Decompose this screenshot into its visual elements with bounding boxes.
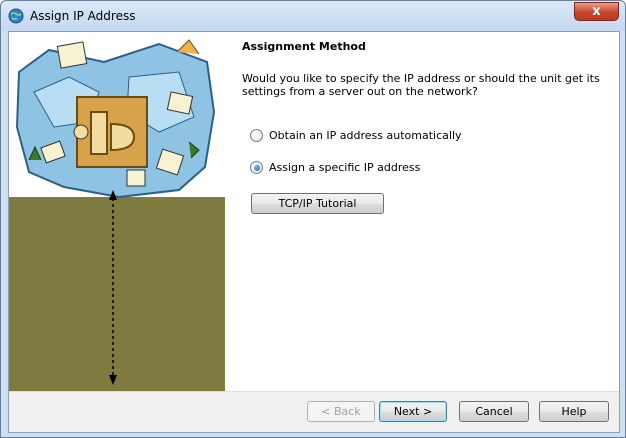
radio-button-selected[interactable] — [250, 161, 263, 174]
tcpip-tutorial-button[interactable]: TCP/IP Tutorial — [251, 193, 384, 214]
wizard-footer: < Back Next > Cancel Help — [9, 391, 619, 432]
help-button[interactable]: Help — [539, 401, 609, 422]
close-button[interactable]: x — [574, 2, 619, 21]
next-button[interactable]: Next > — [379, 401, 447, 422]
question-text: Would you like to specify the IP address… — [242, 72, 600, 98]
title-bar[interactable]: Assign IP Address x — [1, 1, 625, 31]
radio-assign-specific[interactable]: Assign a specific IP address — [250, 161, 420, 174]
window-title: Assign IP Address — [30, 9, 136, 23]
radio-label-assign-specific: Assign a specific IP address — [269, 161, 421, 174]
radio-dot-icon — [253, 164, 260, 171]
wizard-client-area: Assignment Method Would you like to spec… — [8, 31, 620, 433]
section-title: Assignment Method — [242, 40, 366, 53]
wizard-content: Assignment Method Would you like to spec… — [225, 32, 619, 391]
assign-ip-window: Assign IP Address x Assignment Method Wo… — [0, 0, 626, 438]
radio-obtain-automatically[interactable]: Obtain an IP address automatically — [250, 129, 462, 142]
globe-network-icon — [8, 8, 24, 24]
back-button[interactable]: < Back — [307, 401, 375, 422]
wizard-illustration — [9, 32, 225, 385]
radio-button-unselected[interactable] — [250, 129, 263, 142]
radio-label-obtain-automatically: Obtain an IP address automatically — [269, 129, 462, 142]
cancel-button[interactable]: Cancel — [459, 401, 529, 422]
close-icon: x — [592, 4, 601, 19]
wizard-side-panel — [9, 32, 225, 391]
